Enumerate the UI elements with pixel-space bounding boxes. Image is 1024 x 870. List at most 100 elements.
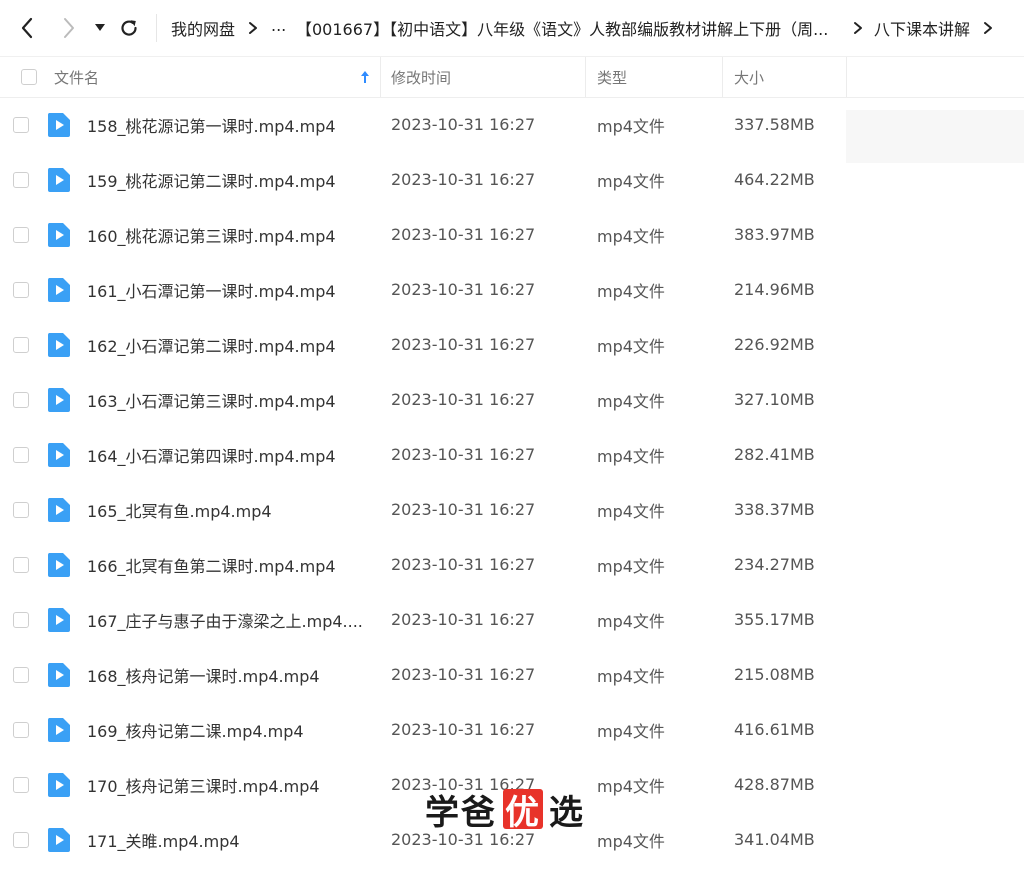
- file-name-text[interactable]: 171_关睢.mp4.mp4: [87, 828, 240, 852]
- column-header-type[interactable]: 类型: [597, 57, 627, 97]
- file-name-text[interactable]: 169_核舟记第二课.mp4.mp4: [87, 718, 304, 742]
- breadcrumb: 我的网盘 ... 【001667】【初中语文】八年级《语文》人教部编版教材讲解上…: [171, 0, 1021, 56]
- row-checkbox[interactable]: [13, 207, 29, 262]
- table-row[interactable]: 162_小石潭记第二课时.mp4.mp4 2023-10-31 16:27 mp…: [0, 317, 1024, 372]
- file-name-text[interactable]: 158_桃花源记第一课时.mp4.mp4: [87, 113, 336, 137]
- column-header-name[interactable]: 文件名: [54, 57, 99, 97]
- table-row[interactable]: 160_桃花源记第三课时.mp4.mp4 2023-10-31 16:27 mp…: [0, 207, 1024, 262]
- breadcrumb-item-ellipsis[interactable]: ...: [271, 16, 286, 35]
- column-header-size[interactable]: 大小: [734, 57, 764, 97]
- file-name[interactable]: 159_桃花源记第二课时.mp4.mp4: [87, 152, 367, 207]
- history-dropdown[interactable]: [92, 18, 108, 38]
- breadcrumb-item-root[interactable]: 我的网盘: [171, 16, 235, 40]
- row-checkbox[interactable]: [13, 427, 29, 482]
- table-row[interactable]: 166_北冥有鱼第二课时.mp4.mp4 2023-10-31 16:27 mp…: [0, 537, 1024, 592]
- video-file-icon: [47, 97, 71, 152]
- file-name[interactable]: 165_北冥有鱼.mp4.mp4: [87, 482, 367, 537]
- checkbox[interactable]: [13, 281, 29, 298]
- file-name-text[interactable]: 165_北冥有鱼.mp4.mp4: [87, 498, 272, 522]
- row-checkbox[interactable]: [13, 702, 29, 757]
- file-size: 327.10MB: [734, 390, 815, 409]
- file-name[interactable]: 164_小石潭记第四课时.mp4.mp4: [87, 427, 367, 482]
- column-header-modified[interactable]: 修改时间: [391, 57, 451, 97]
- file-name-text[interactable]: 160_桃花源记第三课时.mp4.mp4: [87, 223, 336, 247]
- row-checkbox[interactable]: [13, 372, 29, 427]
- file-name[interactable]: 161_小石潭记第一课时.mp4.mp4: [87, 262, 367, 317]
- file-name-text[interactable]: 170_核舟记第三课时.mp4.mp4: [87, 773, 320, 797]
- video-file-icon: [47, 702, 71, 757]
- row-checkbox[interactable]: [13, 152, 29, 207]
- refresh-button[interactable]: [116, 14, 142, 42]
- file-type: mp4文件: [597, 391, 665, 411]
- file-modified: 2023-10-31 16:27: [391, 445, 536, 464]
- table-row[interactable]: 167_庄子与惠子由于濠梁之上.mp4.... 2023-10-31 16:27…: [0, 592, 1024, 647]
- column-divider[interactable]: [722, 57, 723, 97]
- breadcrumb-item-course[interactable]: 【001667】【初中语文】八年级《语文》人教部编版教材讲解上下册（周...: [296, 16, 844, 40]
- file-name[interactable]: 160_桃花源记第三课时.mp4.mp4: [87, 207, 367, 262]
- table-row[interactable]: 158_桃花源记第一课时.mp4.mp4 2023-10-31 16:27 mp…: [0, 97, 1024, 152]
- file-name-text[interactable]: 162_小石潭记第二课时.mp4.mp4: [87, 333, 336, 357]
- file-name[interactable]: 163_小石潭记第三课时.mp4.mp4: [87, 372, 367, 427]
- breadcrumb-item-current[interactable]: 八下课本讲解: [874, 16, 970, 40]
- checkbox[interactable]: [13, 226, 29, 243]
- table-row[interactable]: 164_小石潭记第四课时.mp4.mp4 2023-10-31 16:27 mp…: [0, 427, 1024, 482]
- checkbox[interactable]: [13, 336, 29, 353]
- table-row[interactable]: 159_桃花源记第二课时.mp4.mp4 2023-10-31 16:27 mp…: [0, 152, 1024, 207]
- row-checkbox[interactable]: [13, 262, 29, 317]
- back-button[interactable]: [14, 14, 40, 42]
- checkbox[interactable]: [21, 69, 37, 85]
- file-size: 416.61MB: [734, 720, 815, 739]
- file-type: mp4文件: [597, 776, 665, 796]
- file-type: mp4文件: [597, 281, 665, 301]
- checkbox[interactable]: [13, 721, 29, 738]
- column-divider[interactable]: [846, 57, 847, 97]
- file-name-text[interactable]: 168_核舟记第一课时.mp4.mp4: [87, 663, 320, 687]
- chevron-right-icon: [249, 22, 257, 34]
- checkbox[interactable]: [13, 776, 29, 793]
- file-name-text[interactable]: 159_桃花源记第二课时.mp4.mp4: [87, 168, 336, 192]
- file-name[interactable]: 170_核舟记第三课时.mp4.mp4: [87, 757, 367, 812]
- file-name[interactable]: 167_庄子与惠子由于濠梁之上.mp4....: [87, 592, 367, 647]
- select-all-checkbox[interactable]: [21, 57, 37, 97]
- file-name[interactable]: 166_北冥有鱼第二课时.mp4.mp4: [87, 537, 367, 592]
- row-checkbox[interactable]: [13, 647, 29, 702]
- file-name-text[interactable]: 167_庄子与惠子由于濠梁之上.mp4....: [87, 608, 363, 632]
- checkbox[interactable]: [13, 116, 29, 133]
- row-checkbox[interactable]: [13, 97, 29, 152]
- file-name-text[interactable]: 161_小石潭记第一课时.mp4.mp4: [87, 278, 336, 302]
- table-row[interactable]: 161_小石潭记第一课时.mp4.mp4 2023-10-31 16:27 mp…: [0, 262, 1024, 317]
- checkbox[interactable]: [13, 171, 29, 188]
- file-name-text[interactable]: 166_北冥有鱼第二课时.mp4.mp4: [87, 553, 336, 577]
- checkbox[interactable]: [13, 446, 29, 463]
- file-name[interactable]: 162_小石潭记第二课时.mp4.mp4: [87, 317, 367, 372]
- checkbox[interactable]: [13, 556, 29, 573]
- file-name[interactable]: 168_核舟记第一课时.mp4.mp4: [87, 647, 367, 702]
- row-checkbox[interactable]: [13, 812, 29, 867]
- table-row[interactable]: 169_核舟记第二课.mp4.mp4 2023-10-31 16:27 mp4文…: [0, 702, 1024, 757]
- file-name[interactable]: 171_关睢.mp4.mp4: [87, 812, 367, 867]
- file-modified: 2023-10-31 16:27: [391, 555, 536, 574]
- row-checkbox[interactable]: [13, 757, 29, 812]
- table-row[interactable]: 165_北冥有鱼.mp4.mp4 2023-10-31 16:27 mp4文件 …: [0, 482, 1024, 537]
- file-name[interactable]: 169_核舟记第二课.mp4.mp4: [87, 702, 367, 757]
- table-row[interactable]: 168_核舟记第一课时.mp4.mp4 2023-10-31 16:27 mp4…: [0, 647, 1024, 702]
- table-row[interactable]: 163_小石潭记第三课时.mp4.mp4 2023-10-31 16:27 mp…: [0, 372, 1024, 427]
- row-checkbox[interactable]: [13, 317, 29, 372]
- row-checkbox[interactable]: [13, 482, 29, 537]
- file-name-text[interactable]: 163_小石潭记第三课时.mp4.mp4: [87, 388, 336, 412]
- file-name-text[interactable]: 164_小石潭记第四课时.mp4.mp4: [87, 443, 336, 467]
- column-divider[interactable]: [380, 57, 381, 97]
- sort-indicator[interactable]: [360, 57, 370, 97]
- file-name[interactable]: 158_桃花源记第一课时.mp4.mp4: [87, 97, 367, 152]
- column-divider[interactable]: [585, 57, 586, 97]
- checkbox[interactable]: [13, 666, 29, 683]
- file-modified: 2023-10-31 16:27: [391, 170, 536, 189]
- row-checkbox[interactable]: [13, 592, 29, 647]
- arrow-up-icon: [361, 71, 369, 83]
- row-checkbox[interactable]: [13, 537, 29, 592]
- checkbox[interactable]: [13, 611, 29, 628]
- forward-button[interactable]: [56, 14, 82, 42]
- checkbox[interactable]: [13, 391, 29, 408]
- checkbox[interactable]: [13, 501, 29, 518]
- checkbox[interactable]: [13, 831, 29, 848]
